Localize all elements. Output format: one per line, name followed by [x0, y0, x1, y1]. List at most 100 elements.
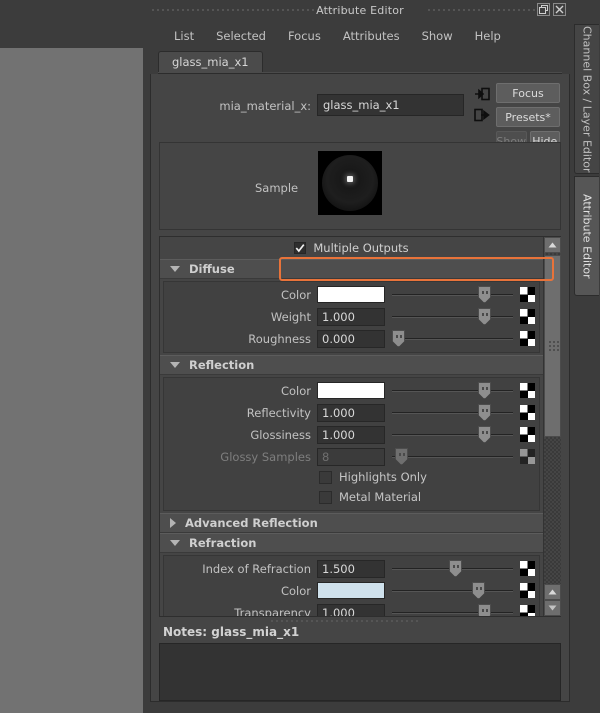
attr-row-transparency: Transparency 1.000	[164, 602, 539, 616]
slider-track[interactable]	[392, 612, 513, 614]
side-tab-strip: Channel Box / Layer Editor Attribute Edi…	[570, 0, 600, 713]
presets-button[interactable]: Presets*	[496, 107, 560, 127]
side-tab-attribute-editor[interactable]: Attribute Editor	[574, 176, 599, 296]
menu-focus[interactable]: Focus	[277, 27, 332, 45]
material-sample-swatch[interactable]	[318, 151, 382, 215]
slider-track	[392, 456, 513, 458]
texture-map-button[interactable]	[520, 405, 535, 420]
section-title: Reflection	[189, 358, 255, 372]
attr-label: Glossy Samples	[220, 450, 311, 464]
slider-track[interactable]	[392, 294, 513, 296]
attr-label: Color	[280, 584, 311, 598]
tab-glass-mia-x1[interactable]: glass_mia_x1	[158, 51, 263, 72]
texture-map-button[interactable]	[520, 331, 535, 346]
section-body-diffuse: Color Weight 1.000 Roughness 0.000	[163, 281, 540, 353]
attr-row-refraction-color: Color	[164, 580, 539, 602]
slider-handle	[395, 448, 408, 465]
menu-show[interactable]: Show	[411, 27, 464, 45]
attr-row-reflection-glossiness: Glossiness 1.000	[164, 424, 539, 446]
texture-map-button[interactable]	[520, 287, 535, 302]
multiple-outputs-label: Multiple Outputs	[313, 241, 409, 255]
section-header-advanced-reflection[interactable]: Advanced Reflection	[160, 513, 543, 533]
slider-track[interactable]	[392, 316, 513, 318]
slider-handle[interactable]	[478, 286, 491, 303]
section-body-reflection: Color Reflectivity 1.000 Glossiness 1.00…	[163, 377, 540, 511]
attribute-panel-scrollbar[interactable]	[543, 237, 561, 616]
slider-track[interactable]	[392, 390, 513, 392]
slider-handle[interactable]	[478, 604, 491, 616]
texture-map-button[interactable]	[520, 605, 535, 616]
section-header-reflection[interactable]: Reflection	[160, 355, 543, 375]
texture-map-button[interactable]	[520, 383, 535, 398]
section-title: Refraction	[189, 536, 257, 550]
scrollbar-bottom-arrows	[544, 584, 561, 616]
scroll-down-arrow-icon[interactable]	[544, 600, 561, 616]
scrollbar-thumb[interactable]	[544, 255, 561, 438]
restore-icon[interactable]	[537, 3, 550, 16]
attr-value-field[interactable]: 1.000	[317, 604, 385, 616]
checkmark-icon[interactable]	[294, 242, 307, 254]
slider-handle[interactable]	[392, 330, 405, 347]
attr-value-field[interactable]: 1.000	[317, 308, 385, 326]
attr-row-diffuse-weight: Weight 1.000	[164, 306, 539, 328]
chevron-right-icon	[170, 518, 176, 528]
menu-list[interactable]: List	[163, 27, 205, 45]
node-tab-row: glass_mia_x1	[158, 50, 562, 72]
attr-value-field[interactable]: 1.000	[317, 426, 385, 444]
arrow-out-of-box-icon[interactable]	[473, 107, 490, 122]
slider-track[interactable]	[392, 338, 513, 340]
slider-track[interactable]	[392, 590, 513, 592]
color-swatch[interactable]	[317, 582, 385, 599]
node-action-buttons: Focus Presets* Show Hide	[496, 83, 560, 151]
texture-map-button[interactable]	[520, 427, 535, 442]
window-buttons	[537, 3, 566, 16]
window-titlebar[interactable]: Attribute Editor	[150, 0, 570, 24]
attribute-editor-body: mia_material_x: glass_mia_x1 Focus Prese…	[150, 74, 570, 702]
attr-value-field[interactable]: 1.500	[317, 560, 385, 578]
slider-handle[interactable]	[478, 404, 491, 421]
texture-map-button[interactable]	[520, 561, 535, 576]
arrow-into-box-icon[interactable]	[473, 86, 490, 101]
slider-handle[interactable]	[478, 382, 491, 399]
texture-map-button[interactable]	[520, 583, 535, 598]
slider-track[interactable]	[392, 412, 513, 414]
attribute-scroll-panel: Multiple Outputs Diffuse Color Weight 1.…	[159, 236, 561, 617]
color-swatch[interactable]	[317, 382, 385, 399]
attr-value-field[interactable]: 0.000	[317, 330, 385, 348]
checkbox[interactable]	[319, 471, 332, 484]
slider-handle[interactable]	[472, 582, 485, 599]
chevron-down-icon	[170, 540, 180, 546]
side-tab-channel-box[interactable]: Channel Box / Layer Editor	[574, 24, 599, 174]
node-name-row: mia_material_x: glass_mia_x1 Focus Prese…	[151, 80, 569, 151]
color-swatch[interactable]	[317, 286, 385, 303]
slider-handle[interactable]	[449, 560, 462, 577]
section-header-refraction[interactable]: Refraction	[160, 533, 543, 553]
scroll-up-arrow-top-icon[interactable]	[544, 237, 561, 253]
slider-handle[interactable]	[478, 426, 491, 443]
scroll-up-arrow-icon[interactable]	[544, 584, 561, 600]
attr-row-diffuse-color: Color	[164, 284, 539, 306]
node-name-input[interactable]: glass_mia_x1	[317, 94, 464, 116]
section-header-diffuse[interactable]: Diffuse	[160, 259, 543, 279]
texture-map-button[interactable]	[520, 309, 535, 324]
menu-attributes[interactable]: Attributes	[332, 27, 411, 45]
checkbox[interactable]	[319, 491, 332, 504]
menu-help[interactable]: Help	[464, 27, 512, 45]
focus-button[interactable]: Focus	[496, 83, 560, 103]
viewport-panel[interactable]	[0, 48, 143, 713]
checkbox-row-highlights-only[interactable]: Highlights Only	[164, 468, 539, 488]
checkbox-row-metal-material[interactable]: Metal Material	[164, 488, 539, 508]
attr-label: Weight	[270, 310, 311, 324]
specular-highlight	[347, 176, 353, 182]
notes-splitter[interactable]	[151, 617, 569, 625]
notes-textarea[interactable]	[159, 643, 561, 701]
scrollbar-track[interactable]	[544, 253, 561, 584]
slider-track[interactable]	[392, 434, 513, 436]
close-icon[interactable]	[553, 3, 566, 16]
attr-value-field[interactable]: 1.000	[317, 404, 385, 422]
sample-label: Sample	[255, 181, 299, 195]
menu-selected[interactable]: Selected	[205, 27, 277, 45]
panel-divider[interactable]	[143, 0, 150, 713]
slider-handle[interactable]	[478, 308, 491, 325]
multiple-outputs-row[interactable]: Multiple Outputs	[160, 237, 543, 259]
